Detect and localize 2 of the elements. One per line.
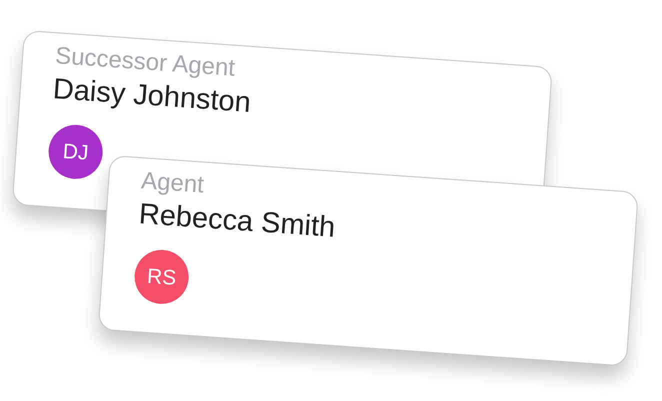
avatar: RS: [132, 248, 190, 306]
avatar: DJ: [46, 123, 104, 181]
